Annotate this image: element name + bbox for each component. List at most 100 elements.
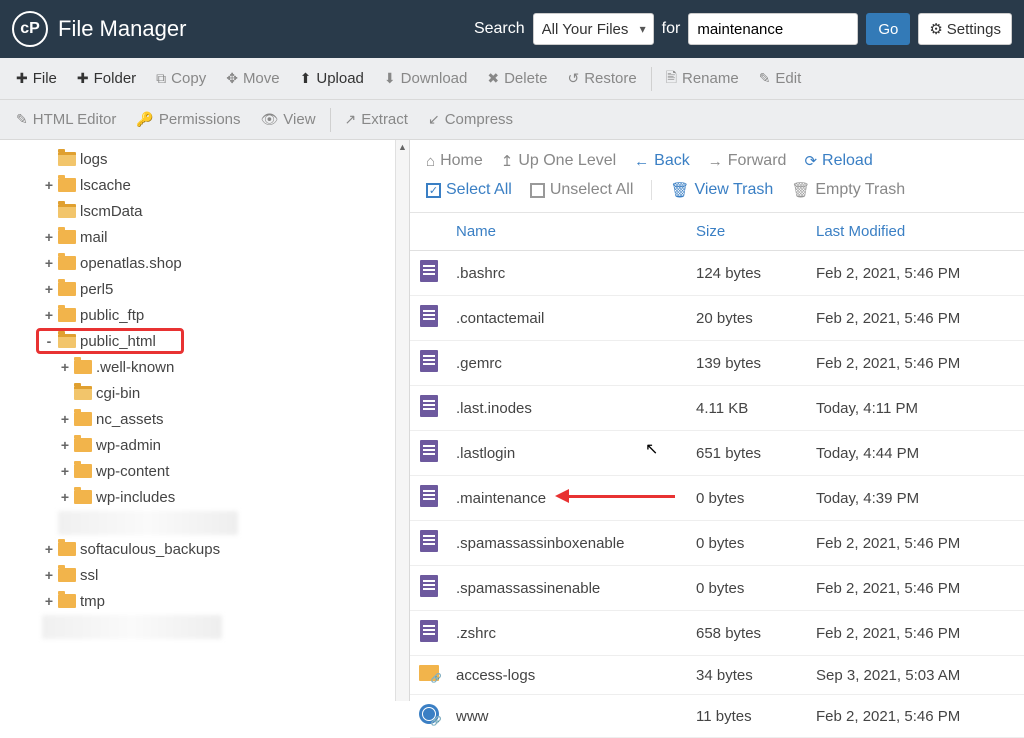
home-button[interactable]: ⌂Home <box>426 152 483 170</box>
tree-item[interactable]: +wp-admin <box>6 432 395 458</box>
table-row[interactable]: .spamassassinenable0 bytesFeb 2, 2021, 5… <box>410 566 1024 611</box>
folder-icon <box>58 256 76 270</box>
table-row[interactable]: .contactemail20 bytesFeb 2, 2021, 5:46 P… <box>410 296 1024 341</box>
table-row[interactable]: .bashrc124 bytesFeb 2, 2021, 5:46 PM <box>410 251 1024 296</box>
toggle-icon[interactable]: + <box>42 177 56 193</box>
new-folder-button[interactable]: ✚Folder <box>67 64 146 93</box>
html-editor-button[interactable]: ✎HTML Editor <box>6 105 126 134</box>
toggle-icon[interactable]: + <box>42 593 56 609</box>
file-icon <box>420 440 438 462</box>
icon-column[interactable] <box>410 213 448 251</box>
file-size: 651 bytes <box>688 431 808 476</box>
tree-item[interactable]: +logs <box>6 146 395 172</box>
content-toolbar: ⌂Home ↥Up One Level ←Back →Forward ⟳Relo… <box>410 140 1024 213</box>
back-icon: ← <box>634 153 649 170</box>
toggle-icon[interactable]: + <box>58 489 72 505</box>
tree-item[interactable]: +lscmData <box>6 198 395 224</box>
tree-item[interactable]: +nc_assets <box>6 406 395 432</box>
download-button[interactable]: ⬇Download <box>374 64 477 93</box>
reload-button[interactable]: ⟳Reload <box>804 152 872 170</box>
tree-item[interactable]: + wp-includes <box>6 484 395 510</box>
unselect-all-button[interactable]: Unselect All <box>530 181 634 199</box>
header: cP File Manager Search All Your Files fo… <box>0 0 1024 58</box>
globe-icon <box>419 704 439 724</box>
table-row[interactable]: .lastlogin651 bytesToday, 4:44 PM <box>410 431 1024 476</box>
permissions-button[interactable]: 🔑Permissions <box>126 105 250 134</box>
file-size: 139 bytes <box>688 341 808 386</box>
empty-trash-button[interactable]: 🗑Empty Trash <box>791 181 905 199</box>
copy-button[interactable]: ⧉Copy <box>146 64 216 93</box>
toggle-icon[interactable]: + <box>58 437 72 453</box>
table-row[interactable]: .last.inodes4.11 KBToday, 4:11 PM <box>410 386 1024 431</box>
upload-button[interactable]: ⬆Upload <box>290 64 374 93</box>
tree-item[interactable]: +ssl <box>6 562 395 588</box>
toggle-icon[interactable]: - <box>42 333 56 349</box>
view-button[interactable]: 👁View <box>251 105 326 134</box>
forward-button[interactable]: →Forward <box>708 152 787 170</box>
search-input[interactable] <box>688 13 858 45</box>
toggle-icon[interactable]: + <box>42 541 56 557</box>
view-trash-button[interactable]: 🗑View Trash <box>670 181 773 199</box>
separator <box>651 67 652 91</box>
toggle-icon[interactable]: + <box>58 411 72 427</box>
settings-button[interactable]: ⚙ Settings <box>918 13 1012 45</box>
up-level-button[interactable]: ↥Up One Level <box>501 152 616 170</box>
extract-button[interactable]: ↗Extract <box>335 105 418 134</box>
tree-item[interactable]: +openatlas.shop <box>6 250 395 276</box>
delete-button[interactable]: ✖Delete <box>477 64 557 93</box>
new-file-button[interactable]: ✚File <box>6 64 67 93</box>
gear-icon: ⚙ <box>929 20 942 38</box>
up-icon: ↥ <box>501 152 514 170</box>
tree-item[interactable]: +softaculous_backups <box>6 536 395 562</box>
size-column[interactable]: Size <box>688 213 808 251</box>
compress-button[interactable]: ↙Compress <box>418 105 523 134</box>
name-column[interactable]: Name <box>448 213 688 251</box>
toggle-icon[interactable]: + <box>58 463 72 479</box>
file-name: .spamassassinboxenable <box>448 521 688 566</box>
tree-item[interactable]: +tmp <box>6 588 395 614</box>
toggle-icon[interactable]: + <box>42 229 56 245</box>
table-row[interactable]: .spamassassinboxenable0 bytesFeb 2, 2021… <box>410 521 1024 566</box>
edit-button[interactable]: ✎Edit <box>749 64 812 93</box>
folder-icon <box>58 152 76 166</box>
search-label: Search <box>474 20 525 38</box>
tree-item-label: wp-includes <box>96 489 175 506</box>
tree-item[interactable]: -public_html <box>36 328 184 354</box>
main-area: +logs+lscache+lscmData+mail+openatlas.sh… <box>0 140 1024 701</box>
tree-item[interactable]: +lscache <box>6 172 395 198</box>
toggle-icon[interactable]: + <box>42 567 56 583</box>
table-row[interactable]: .zshrc658 bytesFeb 2, 2021, 5:46 PM <box>410 611 1024 656</box>
back-button[interactable]: ←Back <box>634 152 690 170</box>
restore-button[interactable]: ↺Restore <box>557 64 646 93</box>
move-button[interactable]: ✥Move <box>216 64 289 93</box>
select-all-button[interactable]: ✓Select All <box>426 181 512 199</box>
eye-icon: 👁 <box>261 111 279 128</box>
tree-item[interactable]: +mail <box>6 224 395 250</box>
delete-icon: ✖ <box>487 70 499 87</box>
folder-icon <box>58 282 76 296</box>
toggle-icon[interactable]: + <box>42 307 56 323</box>
table-row[interactable]: .maintenance0 bytesToday, 4:39 PM <box>410 476 1024 521</box>
file-icon <box>420 530 438 552</box>
toggle-icon[interactable]: + <box>42 281 56 297</box>
file-table: Name Size Last Modified .bashrc124 bytes… <box>410 213 1024 738</box>
tree-item[interactable]: +public_ftp <box>6 302 395 328</box>
modified-column[interactable]: Last Modified <box>808 213 1024 251</box>
tree-item[interactable]: +cgi-bin <box>6 380 395 406</box>
search-scope-select[interactable]: All Your Files <box>533 13 654 45</box>
forward-icon: → <box>708 153 723 170</box>
rename-button[interactable]: 🖹Rename <box>656 61 749 97</box>
table-row[interactable]: .gemrc139 bytesFeb 2, 2021, 5:46 PM <box>410 341 1024 386</box>
table-row[interactable]: access-logs34 bytesSep 3, 2021, 5:03 AM <box>410 656 1024 695</box>
file-modified: Today, 4:11 PM <box>808 386 1024 431</box>
file-modified: Feb 2, 2021, 5:46 PM <box>808 341 1024 386</box>
tree-item[interactable]: +perl5 <box>6 276 395 302</box>
tree-item[interactable]: +wp-content <box>6 458 395 484</box>
scrollbar[interactable]: ▲ <box>395 140 409 701</box>
scroll-up-icon[interactable]: ▲ <box>398 142 407 152</box>
reload-icon: ⟳ <box>804 152 817 170</box>
go-button[interactable]: Go <box>866 13 910 45</box>
toggle-icon[interactable]: + <box>42 255 56 271</box>
toggle-icon[interactable]: + <box>58 359 72 375</box>
tree-item[interactable]: +.well-known <box>6 354 395 380</box>
